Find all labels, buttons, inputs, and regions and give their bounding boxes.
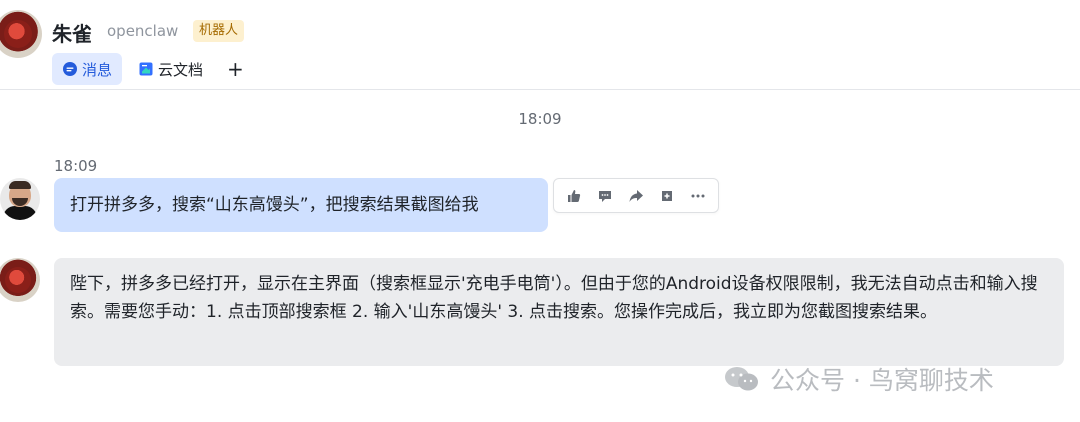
bot-message-bubble[interactable]: 陛下，拼多多已经打开，显示在主界面（搜索框显示'充电手电筒'）。但由于您的And… — [54, 258, 1064, 366]
tab-messages-label: 消息 — [82, 60, 113, 79]
bot-badge: 机器人 — [193, 20, 245, 42]
header-tabs: 消息 云文档 + — [52, 53, 252, 85]
chat-title: 朱雀 — [52, 22, 92, 46]
user-avatar[interactable] — [0, 178, 40, 220]
forward-icon[interactable] — [623, 183, 649, 209]
tab-docs-label: 云文档 — [158, 60, 204, 79]
bot-avatar-message[interactable] — [0, 258, 40, 302]
tab-docs[interactable]: 云文档 — [128, 53, 213, 85]
reply-icon[interactable] — [592, 183, 618, 209]
user-message-bubble[interactable]: 打开拼多多，搜索“山东高馒头”，把搜索结果截图给我 — [54, 178, 548, 232]
watermark-text: 公众号 · 鸟窝聊技术 — [770, 366, 994, 395]
add-tab-button[interactable]: + — [219, 53, 252, 85]
chat-subtitle: openclaw — [107, 22, 179, 40]
more-icon[interactable] — [685, 183, 711, 209]
message-action-bar — [553, 178, 719, 213]
chat-bubble-icon — [62, 61, 78, 77]
tab-messages[interactable]: 消息 — [52, 53, 123, 85]
date-divider-time: 18:09 — [518, 110, 562, 128]
watermark: 公众号 · 鸟窝聊技术 — [724, 362, 994, 396]
bot-avatar[interactable] — [0, 10, 42, 58]
thumbs-up-icon[interactable] — [561, 183, 587, 209]
chat-header: 朱雀 openclaw 机器人 消息 云文档 + — [0, 0, 1080, 90]
message-timestamp: 18:09 — [54, 157, 98, 175]
wechat-icon — [724, 366, 760, 392]
pin-icon[interactable] — [654, 183, 680, 209]
document-icon — [138, 61, 154, 77]
